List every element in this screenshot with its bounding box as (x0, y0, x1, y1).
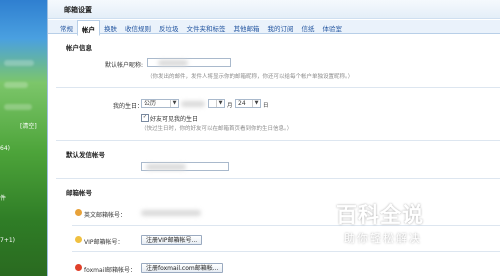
blurred-year (181, 101, 205, 107)
birthday-label: 我的生日： (112, 103, 143, 110)
blurred-folder-item[interactable] (4, 104, 32, 110)
friends-visible-checkbox[interactable]: ✓ (141, 114, 149, 122)
section-title-account-info: 帐户信息 (66, 44, 92, 52)
divider (56, 87, 500, 88)
page-title: 邮箱设置 (64, 6, 92, 14)
day-value: 24 (238, 100, 246, 107)
clear-link[interactable]: [清空] (20, 121, 37, 130)
default-name-label: 默认帐户昵称: (104, 62, 143, 69)
chevron-down-icon: ▼ (170, 100, 178, 107)
register-vip-button[interactable]: 注册VIP邮箱帐号... (141, 235, 203, 245)
blurred-folder-item[interactable] (4, 60, 34, 66)
tab-other-mailbox[interactable]: 其他邮箱 (230, 20, 264, 34)
chevron-down-icon: ▼ (216, 100, 224, 107)
tab-general[interactable]: 常规 (56, 20, 77, 34)
section-title-mail-accounts: 邮箱帐号 (66, 189, 92, 197)
calendar-type-select[interactable]: 公历 ▼ (141, 99, 179, 108)
sidebar-label: 件 (0, 195, 7, 202)
blurred-english-account (141, 210, 201, 216)
sidebar-count: 7+1) (0, 237, 16, 244)
tab-account[interactable]: 帐户 (77, 20, 100, 36)
foxmail-account-label: foxmail邮箱帐号： (84, 267, 137, 274)
friends-visible-label: 好友可见我的生日 (150, 116, 199, 123)
sidebar-count: 64) (0, 145, 10, 152)
watermark-title: 百科全说 (336, 203, 424, 227)
settings-tabs: 常规 帐户 换肤 收信规则 反垃圾 文件夹和标签 其他邮箱 我的订阅 信纸 体验… (48, 20, 500, 36)
chevron-down-icon: ▼ (252, 100, 260, 107)
month-select[interactable]: ▼ (208, 99, 225, 108)
default-sender-select[interactable] (141, 162, 229, 171)
tab-labs[interactable]: 体验室 (319, 20, 347, 34)
tab-stationery[interactable]: 信纸 (298, 20, 319, 34)
day-select[interactable]: 24 ▼ (235, 99, 261, 108)
vip-account-label: VIP邮箱帐号： (84, 239, 124, 246)
divider (72, 225, 500, 226)
divider (56, 178, 500, 179)
register-foxmail-button[interactable]: 注册foxmail.com邮箱帐... (141, 263, 224, 273)
settings-content: 帐户信息 默认帐户昵称: （你发出的邮件，发件人将显示你的邮箱昵称，你还可以给每… (48, 35, 500, 276)
tab-subscriptions[interactable]: 我的订阅 (264, 20, 298, 34)
default-name-hint: （你发出的邮件，发件人将显示你的邮箱昵称，你还可以给每个帐户单独设置昵称。） (147, 74, 354, 80)
left-sidebar: [清空] 64) 件 7+1) (0, 0, 47, 276)
divider (56, 140, 500, 141)
foxmail-icon (75, 264, 82, 271)
tab-skin[interactable]: 换肤 (100, 20, 121, 34)
month-suffix: 月 (227, 103, 233, 109)
friends-visible-hint: （快过生日时，你的好友可以在邮箱首页看到你的生日信息。） (141, 126, 293, 132)
settings-header: 邮箱设置 (48, 0, 500, 19)
default-name-input[interactable] (147, 58, 231, 67)
section-title-default-sender: 默认发信帐号 (66, 151, 105, 159)
divider (72, 251, 500, 252)
settings-panel: 邮箱设置 常规 帐户 换肤 收信规则 反垃圾 文件夹和标签 其他邮箱 我的订阅 … (47, 0, 500, 276)
day-suffix: 日 (263, 103, 269, 109)
blurred-value (146, 164, 186, 170)
tab-folders[interactable]: 文件夹和标签 (183, 20, 230, 34)
tab-antispam[interactable]: 反垃圾 (155, 20, 183, 34)
vip-icon (75, 236, 82, 243)
watermark-subtitle: 助你轻松解决 (344, 232, 422, 245)
tab-rules[interactable]: 收信规则 (121, 20, 155, 34)
calendar-type-value: 公历 (144, 100, 157, 107)
english-account-label: 英文邮箱帐号： (84, 212, 127, 219)
english-account-icon (75, 209, 82, 216)
blurred-folder-item[interactable] (4, 82, 28, 88)
blurred-value (158, 60, 188, 66)
